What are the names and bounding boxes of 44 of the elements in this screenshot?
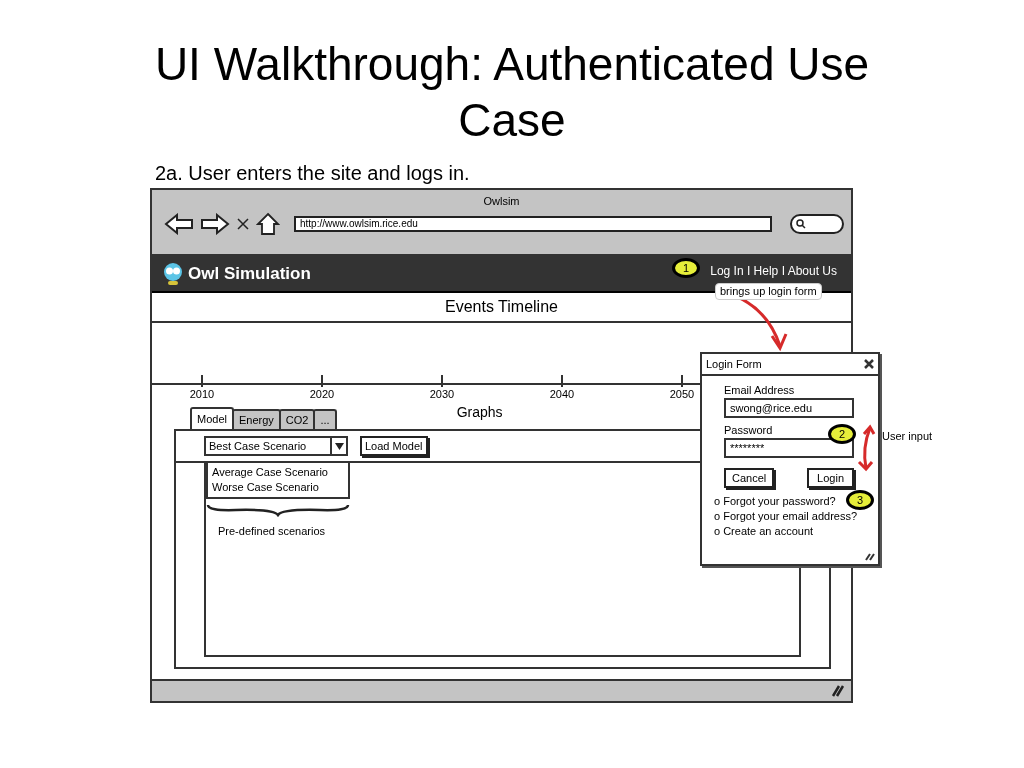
step-caption: 2a. User enters the site and logs in. (155, 162, 470, 184)
help-link[interactable]: o Forgot your email address? (714, 509, 858, 524)
dialog-title: Login Form (706, 356, 762, 372)
forward-icon[interactable] (200, 213, 230, 235)
search-icon (796, 219, 806, 229)
graphs-title: Graphs (456, 403, 503, 422)
window-title: Owlsim (483, 193, 520, 209)
caret-icon (334, 442, 344, 450)
tab[interactable]: ... (313, 409, 337, 429)
address-field[interactable]: http://www.owlsim.rice.edu (294, 216, 772, 232)
year-label: 2010 (189, 389, 215, 400)
field-label: Email Address (724, 383, 795, 398)
resize-icon[interactable] (831, 685, 845, 697)
home-icon[interactable] (256, 212, 280, 236)
scenario-option[interactable]: Average Case Scenario (208, 465, 348, 480)
year-label: 2050 (669, 389, 695, 400)
close-icon[interactable] (864, 359, 874, 369)
arrow (856, 424, 876, 472)
slide-title: UI Walkthrough: Authenticated Use Case (153, 37, 871, 148)
annotation-note: User input (882, 429, 933, 444)
email-field[interactable]: swong@rice.edu (724, 398, 854, 418)
scenario-option[interactable]: Worse Case Scenario (208, 480, 348, 495)
help-link[interactable]: o Create an account (714, 524, 814, 539)
brace-label: Pre-defined scenarios (218, 524, 325, 539)
year-label: 2040 (549, 389, 575, 400)
load-model-button[interactable]: Load Model (360, 436, 428, 456)
year-label: 2030 (429, 389, 455, 400)
field-label: Password (724, 423, 773, 438)
login-button[interactable]: Login (807, 468, 854, 488)
tab[interactable]: Model (190, 407, 234, 429)
header-links[interactable]: Log In I Help I About Us (710, 261, 837, 280)
search-button[interactable] (790, 214, 844, 234)
owl-icon (162, 261, 184, 286)
help-link[interactable]: o Forgot your password? (714, 494, 836, 509)
close-icon[interactable] (236, 217, 250, 231)
site-name: Owl Simulation (188, 262, 311, 285)
resize-icon[interactable] (865, 553, 875, 561)
year-label: 2020 (309, 389, 335, 400)
timeline-title: Events Timeline (445, 297, 558, 317)
scenario-select[interactable]: Best Case Scenario (204, 436, 348, 456)
tab[interactable]: CO2 (278, 409, 316, 429)
login-hint-tooltip: brings up login form (715, 283, 822, 300)
cancel-button[interactable]: Cancel (724, 468, 775, 488)
back-icon[interactable] (164, 213, 194, 235)
